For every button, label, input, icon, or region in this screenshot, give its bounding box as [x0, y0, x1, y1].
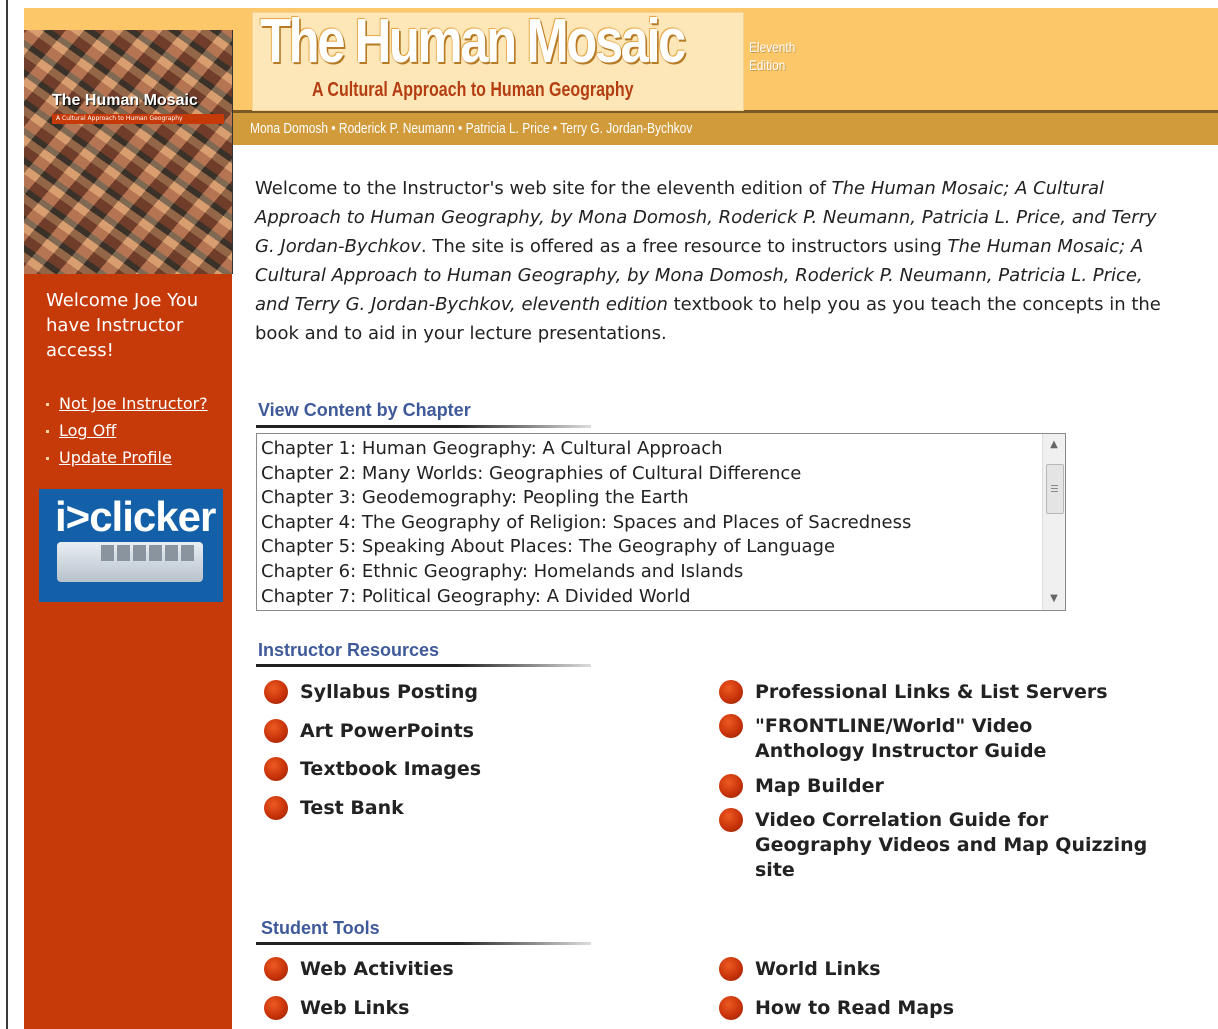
- cover-title: The Human Mosaic: [52, 92, 198, 109]
- scroll-up-arrow-icon[interactable]: ▲: [1047, 438, 1061, 452]
- red-bullet-icon: [264, 996, 288, 1020]
- iclicker-banner[interactable]: i>clicker: [39, 489, 223, 602]
- edition-label: Eleventh Edition: [749, 39, 796, 73]
- not-user-link[interactable]: Not Joe Instructor?: [46, 394, 226, 414]
- chapter-option[interactable]: Chapter 7: Political Geography: A Divide…: [261, 585, 1041, 610]
- red-bullet-icon: [719, 808, 743, 832]
- book-cover-image: The Human Mosaic A Cultural Approach to …: [24, 30, 233, 274]
- cover-subtitle-band: A Cultural Approach to Human Geography: [52, 114, 224, 124]
- iclicker-logo: i>clicker: [55, 493, 216, 540]
- red-bullet-icon: [719, 714, 743, 738]
- listbox-scrollbar[interactable]: ▲ ▼: [1042, 434, 1065, 610]
- red-bullet-icon: [719, 996, 743, 1020]
- red-bullet-icon: [264, 796, 288, 820]
- student-tools-heading: Student Tools: [261, 918, 380, 938]
- section-underline: [256, 425, 591, 428]
- red-bullet-icon: [719, 774, 743, 798]
- resource-link-art-powerpoints[interactable]: Art PowerPoints: [264, 719, 474, 744]
- chapter-list: Chapter 1: Human Geography: A Cultural A…: [261, 437, 1041, 609]
- resource-link-map-builder[interactable]: Map Builder: [719, 774, 884, 799]
- chapter-option[interactable]: Chapter 2: Many Worlds: Geographies of C…: [261, 462, 1041, 487]
- student-link-world-links[interactable]: World Links: [719, 957, 881, 982]
- intro-paragraph: Welcome to the Instructor's web site for…: [255, 178, 1161, 344]
- bullet-icon: [46, 457, 49, 460]
- resource-link-textbook-images[interactable]: Textbook Images: [264, 757, 481, 782]
- bullet-icon: [46, 403, 49, 406]
- red-bullet-icon: [719, 680, 743, 704]
- resource-link-professional-links[interactable]: Professional Links & List Servers: [719, 680, 1159, 705]
- site-title: The Human Mosaic: [260, 7, 686, 76]
- student-link-web-links[interactable]: Web Links: [264, 996, 409, 1021]
- red-bullet-icon: [264, 719, 288, 743]
- update-profile-link[interactable]: Update Profile: [46, 448, 226, 468]
- section-underline: [256, 942, 591, 945]
- instructor-resources-heading: Instructor Resources: [258, 640, 440, 660]
- bullet-icon: [46, 430, 49, 433]
- log-off-link[interactable]: Log Off: [46, 421, 226, 441]
- chapter-option[interactable]: Chapter 5: Speaking About Places: The Ge…: [261, 535, 1041, 560]
- sidebar: [24, 274, 232, 1029]
- sidebar-links: Not Joe Instructor? Log Off Update Profi…: [46, 394, 226, 475]
- red-bullet-icon: [264, 957, 288, 981]
- red-bullet-icon: [264, 680, 288, 704]
- chapter-option[interactable]: Chapter 4: The Geography of Religion: Sp…: [261, 511, 1041, 536]
- scroll-thumb[interactable]: [1046, 464, 1064, 514]
- site-subtitle: A Cultural Approach to Human Geography: [312, 79, 634, 101]
- chapter-option[interactable]: Chapter 6: Ethnic Geography: Homelands a…: [261, 560, 1041, 585]
- student-link-web-activities[interactable]: Web Activities: [264, 957, 454, 982]
- cover-subtitle: A Cultural Approach to Human Geography: [56, 115, 183, 122]
- chapter-option[interactable]: Chapter 3: Geodemography: Peopling the E…: [261, 486, 1041, 511]
- resource-link-test-bank[interactable]: Test Bank: [264, 796, 404, 821]
- red-bullet-icon: [264, 757, 288, 781]
- chapters-heading: View Content by Chapter: [258, 400, 471, 420]
- resource-link-syllabus-posting[interactable]: Syllabus Posting: [264, 680, 478, 705]
- red-bullet-icon: [719, 957, 743, 981]
- section-underline: [256, 664, 591, 667]
- author-list: Mona Domosh • Roderick P. Neumann • Patr…: [250, 120, 693, 137]
- chapter-option[interactable]: Chapter 1: Human Geography: A Cultural A…: [261, 437, 1041, 462]
- page-left-border: [6, 0, 8, 1029]
- scroll-down-arrow-icon[interactable]: ▼: [1047, 592, 1061, 606]
- resource-link-frontline-guide[interactable]: "FRONTLINE/World" Video Anthology Instru…: [719, 714, 1079, 764]
- student-link-how-to-read-maps[interactable]: How to Read Maps: [719, 996, 954, 1021]
- chapter-listbox[interactable]: Chapter 1: Human Geography: A Cultural A…: [256, 433, 1066, 611]
- welcome-message: Welcome Joe You have Instructor access!: [46, 290, 199, 361]
- resource-link-video-correlation-guide[interactable]: Video Correlation Guide for Geography Vi…: [719, 808, 1169, 883]
